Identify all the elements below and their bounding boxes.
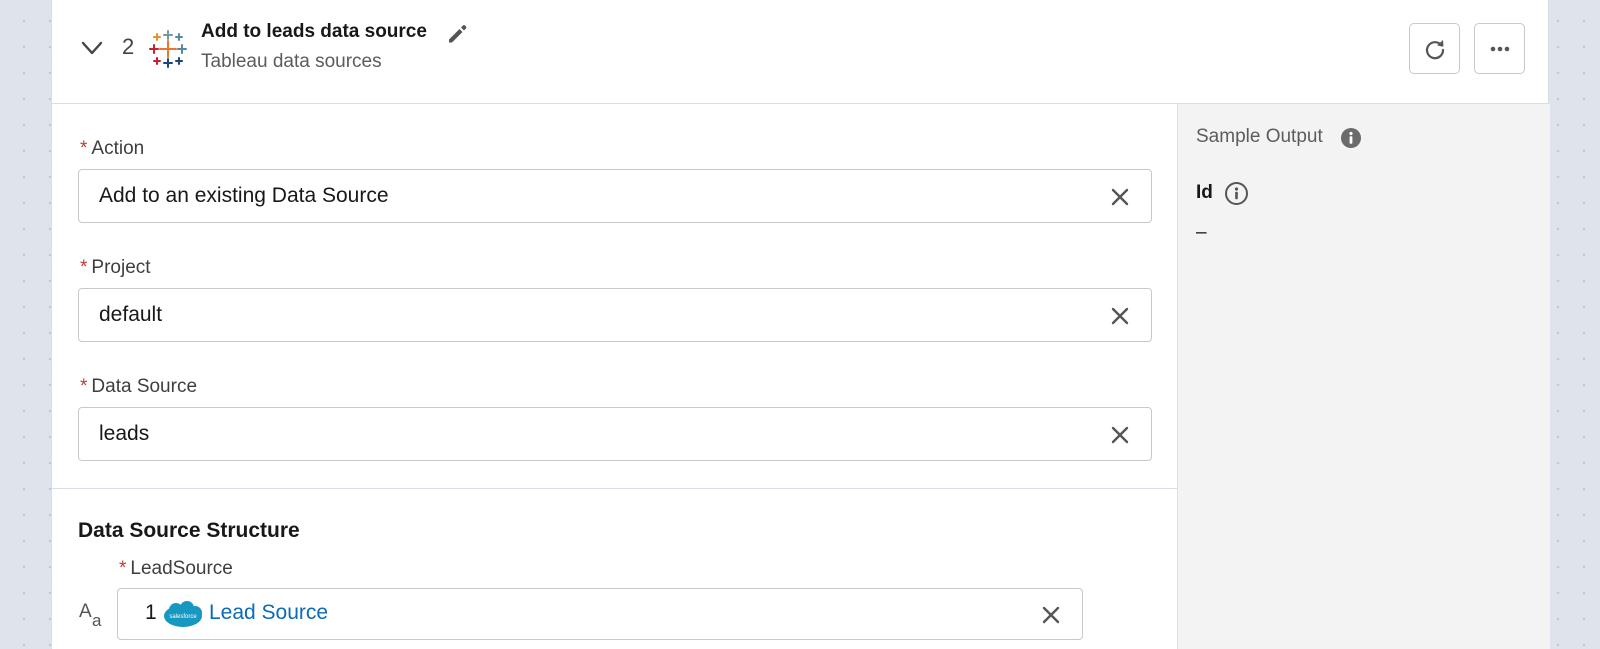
- close-icon[interactable]: [1109, 186, 1131, 208]
- close-icon[interactable]: [1040, 604, 1062, 626]
- section-title: Data Source Structure: [78, 519, 300, 542]
- action-value: Add to an existing Data Source: [99, 184, 389, 207]
- step-number: 2: [122, 34, 135, 59]
- sample-output-panel: Sample Output Id –: [1177, 104, 1550, 649]
- project-label-text: Project: [91, 257, 151, 278]
- section-divider: [52, 488, 1177, 489]
- svg-text:A: A: [79, 601, 92, 622]
- action-label: * Action: [80, 138, 144, 160]
- required-mark: *: [80, 138, 88, 159]
- more-actions-button[interactable]: [1474, 23, 1525, 74]
- output-field-label: Id: [1196, 182, 1213, 203]
- leadsource-mapping-field[interactable]: 1 salesforce Lead Source: [117, 588, 1083, 640]
- project-field[interactable]: default: [78, 288, 1152, 342]
- tableau-logo: [149, 30, 187, 68]
- data-source-field[interactable]: leads: [78, 407, 1152, 461]
- leadsource-label: * LeadSource: [119, 558, 233, 580]
- data-source-value: leads: [99, 422, 150, 445]
- pencil-icon[interactable]: [445, 22, 469, 46]
- configuration-panel: * Action Add to an existing Data Source *…: [52, 104, 1177, 649]
- project-value: default: [99, 303, 163, 326]
- refresh-button[interactable]: [1409, 23, 1460, 74]
- data-source-label-text: Data Source: [91, 376, 198, 397]
- salesforce-logo: salesforce: [164, 601, 202, 627]
- close-icon[interactable]: [1109, 305, 1131, 327]
- svg-text:a: a: [92, 611, 102, 630]
- output-field-value: –: [1196, 222, 1207, 243]
- required-mark: *: [119, 558, 127, 579]
- action-label-text: Action: [91, 138, 145, 159]
- text-type-icon: A a: [79, 601, 102, 630]
- step-card: 2 Add to leads data source Tableau data …: [51, 0, 1550, 649]
- leadsource-label-text: LeadSource: [130, 558, 233, 579]
- step-title: Add to leads data source: [201, 21, 427, 42]
- ellipsis-icon: [1490, 46, 1509, 51]
- info-icon[interactable]: [1340, 127, 1362, 149]
- required-mark: *: [80, 376, 88, 397]
- mapping-value[interactable]: Lead Source: [209, 601, 328, 625]
- project-label: * Project: [80, 257, 151, 279]
- data-source-label: * Data Source: [80, 376, 197, 398]
- svg-text:salesforce: salesforce: [169, 614, 197, 620]
- mapping-step-number: 1: [145, 601, 157, 624]
- connector-name: Tableau data sources: [201, 51, 382, 72]
- step-header: 2 Add to leads data source Tableau data …: [52, 0, 1548, 104]
- action-field[interactable]: Add to an existing Data Source: [78, 169, 1152, 223]
- info-icon[interactable]: [1224, 181, 1249, 206]
- close-icon[interactable]: [1109, 424, 1131, 446]
- refresh-icon: [1425, 39, 1444, 59]
- sample-output-title: Sample Output: [1196, 126, 1323, 147]
- chevron-down-icon[interactable]: [79, 35, 105, 61]
- required-mark: *: [80, 257, 88, 278]
